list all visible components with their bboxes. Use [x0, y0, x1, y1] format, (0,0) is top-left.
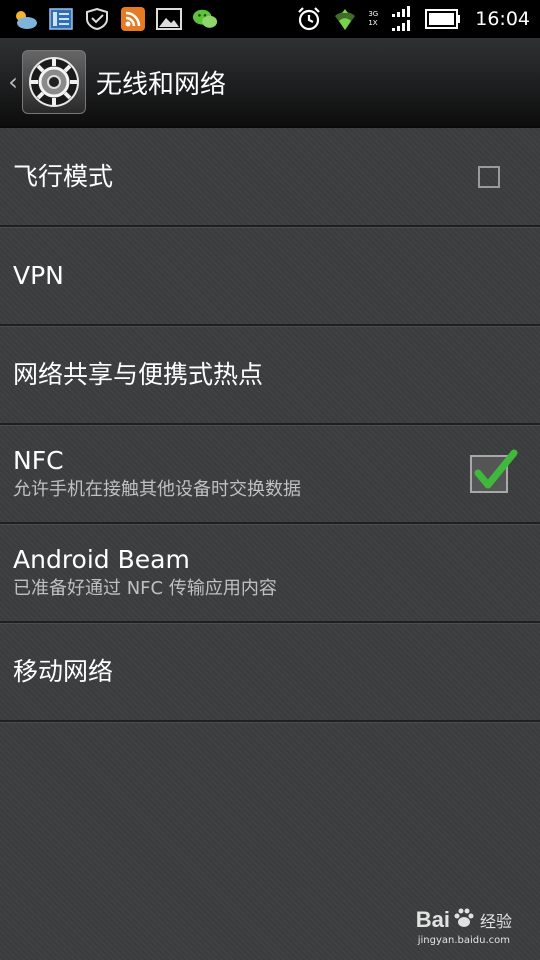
mobile-network-item[interactable]: 移动网络 — [0, 623, 540, 722]
news-icon — [48, 6, 74, 32]
nfc-summary: 允许手机在接触其他设备时交换数据 — [13, 478, 301, 500]
watermark-url: jingyan.baidu.com — [417, 935, 510, 946]
vpn-item[interactable]: VPN — [0, 227, 540, 326]
status-bar: 3G 1X 16:04 — [0, 0, 540, 38]
watermark-brand-left: Bai — [415, 907, 450, 932]
mobile-network-title: 移动网络 — [13, 656, 114, 686]
watermark-brand-right: 经验 — [479, 912, 512, 931]
checkmark-icon — [474, 449, 518, 488]
system-icons: 3G 1X 16:04 — [296, 6, 540, 32]
watermark-logo: Bai 经验 — [416, 906, 512, 934]
airplane-mode-checkbox[interactable] — [478, 165, 500, 188]
list-item-text: 网络共享与便携式热点 — [0, 359, 263, 391]
list-item-text: Android Beam 已准备好通过 NFC 传输应用内容 — [0, 544, 277, 602]
network-type-top: 3G — [368, 10, 379, 18]
android-beam-item[interactable]: Android Beam 已准备好通过 NFC 传输应用内容 — [0, 524, 540, 623]
android-beam-summary: 已准备好通过 NFC 传输应用内容 — [13, 577, 277, 599]
settings-gear-icon[interactable] — [22, 50, 86, 114]
android-beam-title: Android Beam — [13, 544, 190, 574]
wechat-icon — [192, 6, 218, 32]
notification-icons — [0, 6, 218, 32]
nfc-checkbox[interactable] — [470, 449, 518, 493]
network-type-bottom: 1X — [368, 19, 378, 27]
network-type-label: 3G 1X — [368, 10, 378, 28]
action-bar: ‹ 无线和网络 — [0, 38, 540, 128]
nfc-title: NFC — [13, 445, 64, 475]
settings-list: 飞行模式 VPN 网络共享与便携式热点 NFC 允许手机在接触其他设备时交换数据 — [0, 128, 540, 722]
nfc-item[interactable]: NFC 允许手机在接触其他设备时交换数据 — [0, 425, 540, 524]
battery-icon — [425, 6, 461, 32]
paw-icon — [452, 906, 476, 934]
list-item-text: 移动网络 — [0, 656, 113, 688]
airplane-mode-title: 飞行模式 — [13, 161, 114, 191]
list-item-text: 飞行模式 — [0, 161, 113, 193]
vpn-title: VPN — [13, 260, 64, 290]
gallery-icon — [156, 6, 182, 32]
signal-icon — [389, 6, 415, 32]
rss-icon — [120, 6, 146, 32]
airplane-mode-item[interactable]: 飞行模式 — [0, 128, 540, 227]
list-item-text: NFC 允许手机在接触其他设备时交换数据 — [0, 445, 301, 503]
status-time: 16:04 — [475, 8, 530, 30]
page-title: 无线和网络 — [96, 69, 227, 100]
list-item-text: VPN — [0, 260, 64, 292]
baidu-jingyan-watermark: Bai 经验 jingyan.baidu.com — [416, 906, 512, 946]
weather-icon — [12, 6, 38, 32]
back-chevron-icon[interactable]: ‹ — [4, 68, 22, 96]
wifi-icon — [332, 6, 358, 32]
settings-screen: 3G 1X 16:04 ‹ 无线和网络 飞行模式 VPN 网络共享与便携式热点 … — [0, 0, 540, 960]
tethering-hotspot-item[interactable]: 网络共享与便携式热点 — [0, 326, 540, 425]
alarm-icon — [296, 6, 322, 32]
shield-message-icon — [84, 6, 110, 32]
tethering-hotspot-title: 网络共享与便携式热点 — [13, 359, 264, 389]
